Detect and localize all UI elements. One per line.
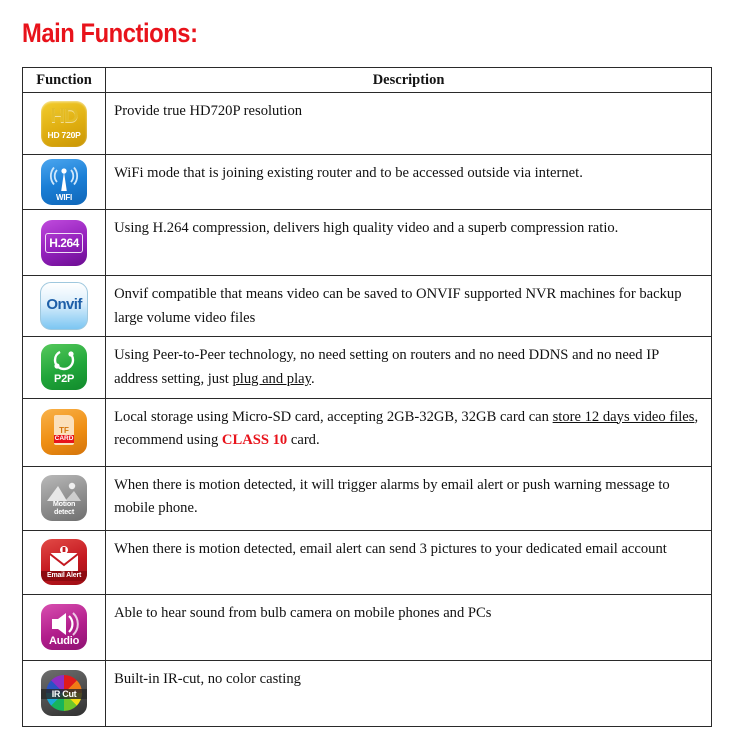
table-row: HD HD 720P Provide true HD720P resolutio… xyxy=(21,92,712,155)
function-icon-cell: TF CARD xyxy=(21,397,107,467)
wifi-icon: WIFI xyxy=(41,159,88,205)
hd-icon-caption: HD 720P xyxy=(47,129,81,140)
desc-underlined: store 12 days video files xyxy=(552,408,695,425)
function-description: WiFi mode that is joining existing route… xyxy=(105,154,712,210)
tf-icon-caption-top: TF xyxy=(59,426,69,436)
function-description: When there is motion detected, email ale… xyxy=(105,529,712,595)
function-icon-cell: Onvif xyxy=(21,274,107,338)
email-alert-icon: Email Alert xyxy=(41,539,88,586)
function-description: When there is motion detected, it will t… xyxy=(105,465,712,531)
table-row: Motion detect When there is motion detect… xyxy=(21,465,712,531)
function-icon-cell: Audio xyxy=(21,593,107,661)
function-description: Built-in IR-cut, no color casting xyxy=(105,659,712,727)
table-row: Audio Able to hear sound from bulb camer… xyxy=(21,593,712,661)
wifi-icon-caption: WIFI xyxy=(56,193,73,202)
motion-caption-line2: detect xyxy=(54,507,75,517)
desc-text-part2: . xyxy=(310,370,315,387)
ir-cut-icon: IR Cut xyxy=(41,670,88,717)
tf-icon-caption-bottom: CARD xyxy=(54,435,75,444)
motion-icon-caption: Motion detect xyxy=(41,500,87,516)
hd-icon-big-text: HD xyxy=(50,104,79,127)
audio-icon: Audio xyxy=(41,604,88,651)
function-description: Using H.264 compression, delivers high q… xyxy=(105,209,712,276)
table-row: TF CARD Local storage using Micro-SD car… xyxy=(21,397,712,467)
table-row: IR Cut Built-in IR-cut, no color casting xyxy=(21,659,712,727)
table-row: P2P Using Peer-to-Peer technology, no ne… xyxy=(21,336,712,399)
desc-highlight: CLASS 10 xyxy=(221,432,288,449)
desc-underlined: plug and play xyxy=(232,370,311,387)
desc-text-part1: Local storage using Micro-SD card, accep… xyxy=(114,408,553,425)
ircut-icon-caption: IR Cut xyxy=(41,689,88,700)
email-icon-caption: Email Alert xyxy=(41,571,88,582)
page-title: Main Functions: xyxy=(22,18,198,48)
function-icon-cell: Motion detect xyxy=(21,465,107,531)
function-icon-cell: WIFI xyxy=(21,154,107,210)
table-row: H.264 Using H.264 compression, delivers … xyxy=(21,209,712,276)
function-icon-cell: Email Alert xyxy=(21,529,107,595)
tf-card-icon: TF CARD xyxy=(41,409,88,456)
function-icon-cell: H.264 xyxy=(21,209,107,276)
tf-card-shape: TF CARD xyxy=(54,415,75,446)
function-description: Able to hear sound from bulb camera on m… xyxy=(105,593,712,661)
header-function: Function xyxy=(21,67,107,93)
p2p-icon: P2P xyxy=(41,344,88,391)
function-description: Using Peer-to-Peer technology, no need s… xyxy=(105,336,712,399)
hd-720p-icon: HD HD 720P xyxy=(41,100,88,147)
function-icon-cell: P2P xyxy=(21,336,107,399)
onvif-icon: Onvif xyxy=(40,282,89,331)
onvif-icon-label: Onvif xyxy=(46,296,82,314)
p2p-icon-caption: P2P xyxy=(53,373,75,386)
table-row: Onvif Onvif compatible that means video … xyxy=(21,274,712,338)
audio-icon-caption: Audio xyxy=(48,635,80,648)
table-row: Email Alert When there is motion detecte… xyxy=(21,529,712,595)
h264-icon: H.264 xyxy=(41,219,88,266)
function-description: Onvif compatible that means video can be… xyxy=(105,274,712,338)
table-row: WIFI WiFi mode that is joining existing … xyxy=(21,154,712,210)
desc-text-part1: Using Peer-to-Peer technology, no need s… xyxy=(114,347,659,387)
header-description: Description xyxy=(105,67,712,93)
function-description: Local storage using Micro-SD card, accep… xyxy=(105,397,712,467)
main-functions-table: Function Description HD HD 720P Provide … xyxy=(21,67,712,727)
desc-text-part3: card. xyxy=(287,432,320,449)
function-icon-cell: IR Cut xyxy=(21,659,107,727)
motion-detect-icon: Motion detect xyxy=(41,475,88,522)
function-description: Provide true HD720P resolution xyxy=(105,92,712,155)
table-header-row: Function Description xyxy=(21,67,712,93)
function-icon-cell: HD HD 720P xyxy=(21,92,107,155)
h264-icon-label: H.264 xyxy=(45,232,84,253)
